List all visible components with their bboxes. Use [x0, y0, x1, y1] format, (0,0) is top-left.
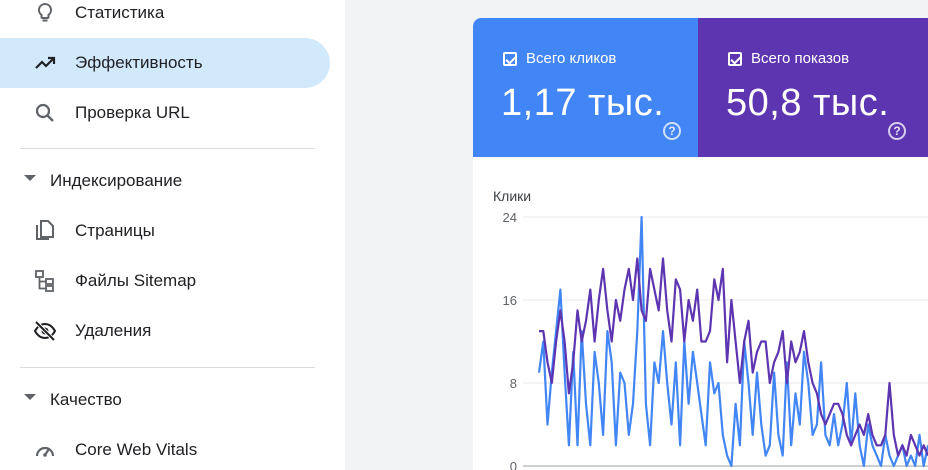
divider	[20, 367, 315, 368]
performance-chart: 0 8 16 24	[503, 210, 928, 470]
sitemap-icon	[33, 269, 57, 293]
caret-down-icon	[24, 394, 36, 400]
section-indexing[interactable]: Индексирование	[0, 163, 330, 199]
section-title: Качество	[50, 390, 122, 409]
caret-down-icon	[24, 175, 36, 181]
nav-item-label: Страницы	[75, 221, 155, 240]
search-icon	[33, 101, 57, 125]
nav-item-label: Удаления	[75, 321, 152, 340]
clicks-series-line	[537, 215, 928, 468]
nav-item-performance[interactable]: Эффективность	[0, 38, 330, 88]
nav-item-label: Проверка URL	[75, 103, 190, 122]
nav-item-label: Статистика	[75, 3, 165, 22]
lightbulb-icon	[33, 1, 57, 25]
nav-item-core-web-vitals[interactable]: Core Web Vitals	[0, 425, 330, 470]
nav-item-label: Файлы Sitemap	[75, 271, 197, 290]
nav-item-pages[interactable]: Страницы	[0, 206, 330, 256]
nav-item-label: Core Web Vitals	[75, 440, 198, 459]
nav-item-sitemaps[interactable]: Файлы Sitemap	[0, 256, 330, 306]
nav-item-label: Эффективность	[75, 53, 203, 72]
y-tick-label: 24	[503, 210, 517, 225]
section-quality[interactable]: Качество	[0, 382, 330, 418]
nav-item-removals[interactable]: Удаления	[0, 306, 330, 356]
trending-up-icon	[33, 51, 57, 75]
y-tick-label: 16	[503, 293, 517, 308]
y-tick-label: 8	[510, 376, 517, 391]
nav-item-url-inspection[interactable]: Проверка URL	[0, 88, 330, 138]
visibility-off-icon	[33, 319, 57, 343]
performance-card: Всего кликов 1,17 тыс. ? Всего показов 5…	[473, 18, 928, 470]
section-title: Индексирование	[50, 171, 183, 190]
pages-icon	[33, 219, 57, 243]
divider	[20, 148, 315, 149]
main-content: Всего кликов 1,17 тыс. ? Всего показов 5…	[345, 0, 928, 470]
sidebar: Статистика Эффективность Проверка URL Ин…	[0, 0, 345, 470]
y-tick-label: 0	[510, 459, 517, 470]
speed-gauge-icon	[33, 438, 57, 462]
nav-item-statistics[interactable]: Статистика	[0, 0, 330, 38]
